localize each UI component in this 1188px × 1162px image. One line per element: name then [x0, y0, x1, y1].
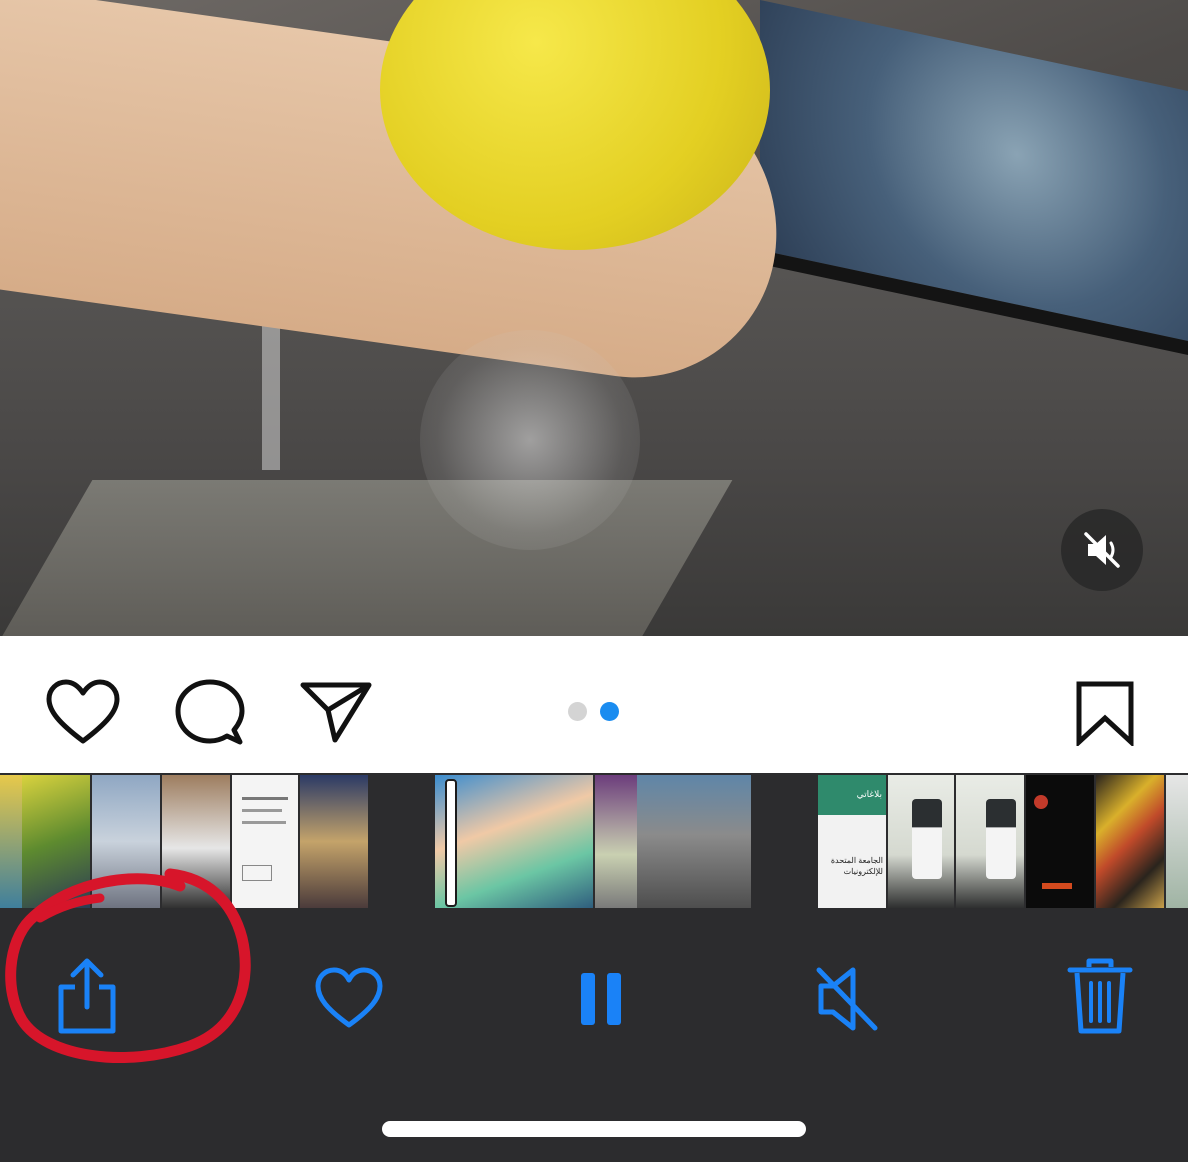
pause-button[interactable]	[579, 971, 623, 1027]
sink-floor	[0, 480, 733, 636]
delete-button[interactable]	[1067, 957, 1133, 1035]
carousel-dot-2-active	[600, 702, 619, 721]
thumbnail-item[interactable]	[0, 775, 22, 908]
thumbnail-current[interactable]	[637, 775, 751, 908]
carousel-dot-1	[568, 702, 587, 721]
comment-bubble-icon	[175, 679, 245, 745]
thumbnail-item[interactable]	[162, 775, 230, 908]
home-indicator[interactable]	[382, 1121, 806, 1137]
thumbnail-item[interactable]	[435, 775, 593, 908]
thumbnail-item[interactable]	[22, 775, 90, 908]
thumbnail-body: الجامعة المتحدة للإلكترونيات	[830, 856, 883, 876]
share-square-arrow-icon	[58, 958, 116, 1034]
thumbnail-label: بلاغاتي	[856, 789, 882, 799]
thumbnail-item[interactable]	[956, 775, 1024, 908]
paper-plane-icon	[300, 682, 372, 743]
thumbnail-item[interactable]	[888, 775, 954, 908]
share-button[interactable]	[55, 957, 119, 1035]
heart-outline-icon	[315, 967, 383, 1028]
pause-icon	[581, 973, 621, 1025]
bookmark-outline-icon	[1076, 681, 1134, 748]
mute-button[interactable]	[815, 966, 879, 1032]
comment-button[interactable]	[174, 678, 246, 748]
thumbnail-item[interactable]	[1096, 775, 1164, 908]
thumbnail-item[interactable]	[92, 775, 160, 908]
favorite-button[interactable]	[314, 967, 384, 1029]
water-splash	[420, 330, 640, 550]
thumbnail-text-post[interactable]: بلاغاتي الجامعة المتحدة للإلكترونيات	[818, 775, 886, 908]
thumbnail-item[interactable]	[1026, 775, 1094, 908]
thumbnail-item[interactable]	[300, 775, 368, 908]
video-mute-badge[interactable]	[1061, 509, 1143, 591]
speaker-slash-icon	[816, 967, 878, 1031]
thumbnail-item[interactable]	[1166, 775, 1188, 908]
like-button[interactable]	[45, 679, 121, 745]
trash-icon	[1067, 958, 1133, 1034]
thumbnail-document[interactable]	[232, 775, 298, 908]
heart-outline-icon	[46, 679, 120, 744]
send-button[interactable]	[299, 680, 373, 744]
video-player[interactable]	[0, 0, 1188, 636]
thumbnail-item[interactable]	[595, 775, 637, 908]
speaker-muted-icon	[1084, 532, 1120, 568]
carousel-indicator	[568, 702, 619, 721]
save-button[interactable]	[1075, 680, 1135, 748]
